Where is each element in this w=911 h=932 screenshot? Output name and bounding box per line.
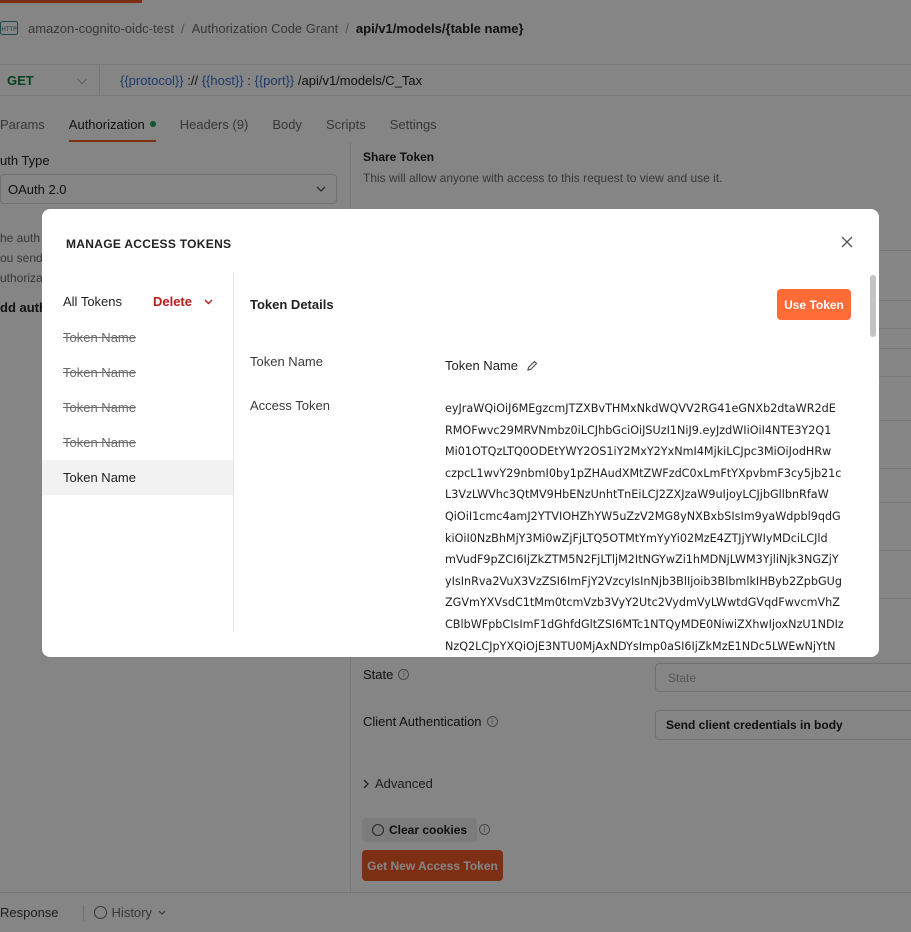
token-list-item[interactable]: Token Name (42, 320, 233, 355)
modal-body: All Tokens Delete Token Name Token Name … (42, 272, 879, 653)
access-token-label: Access Token (250, 398, 330, 413)
token-name-label: Token Name (250, 354, 323, 369)
manage-access-tokens-modal: MANAGE ACCESS TOKENS All Tokens Delete T… (42, 209, 879, 657)
pencil-icon[interactable] (526, 360, 538, 372)
token-details-panel: Token Details Use Token Token Name Token… (250, 272, 879, 653)
modal-scrollbar[interactable] (870, 275, 876, 337)
close-icon[interactable] (839, 234, 855, 250)
token-details-title: Token Details (250, 297, 334, 312)
token-list-panel: All Tokens Delete Token Name Token Name … (42, 272, 234, 632)
access-token-value[interactable]: eyJraWQiOiJ6MEgzcmJTZXBvTHMxNkdWQVV2RG41… (445, 398, 857, 657)
token-list-item[interactable]: Token Name (42, 390, 233, 425)
delete-menu-button[interactable]: Delete (153, 294, 213, 309)
token-list: Token Name Token Name Token Name Token N… (42, 320, 233, 495)
token-list-item[interactable]: Token Name (42, 425, 233, 460)
token-name-field: Token Name (445, 358, 538, 373)
all-tokens-label: All Tokens (63, 294, 123, 309)
use-token-button[interactable]: Use Token (777, 289, 851, 320)
token-list-item-selected[interactable]: Token Name (42, 460, 233, 495)
token-list-item[interactable]: Token Name (42, 355, 233, 390)
token-list-header: All Tokens Delete (63, 294, 213, 309)
token-name-value: Token Name (445, 358, 518, 373)
modal-title: MANAGE ACCESS TOKENS (66, 237, 232, 251)
chevron-down-icon (204, 299, 213, 304)
